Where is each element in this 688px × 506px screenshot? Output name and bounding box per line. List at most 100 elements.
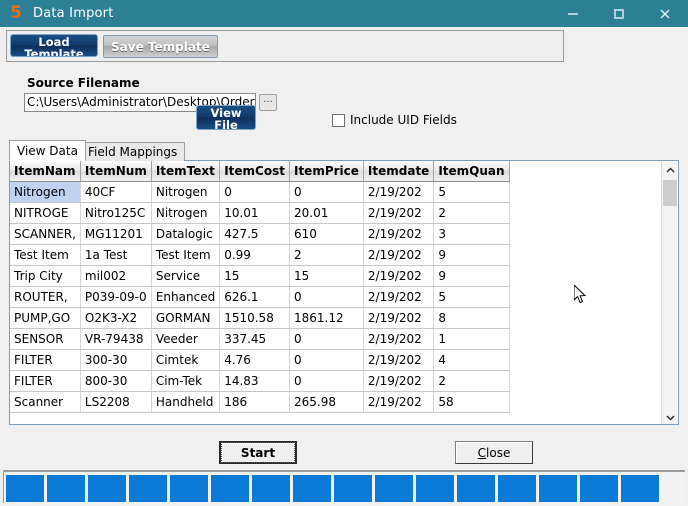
- table-cell[interactable]: Nitrogen: [151, 181, 221, 203]
- table-cell[interactable]: 0: [289, 328, 364, 350]
- table-cell[interactable]: 2/19/202: [363, 265, 435, 287]
- table-cell[interactable]: 40CF: [80, 181, 152, 203]
- table-cell[interactable]: 626.1: [219, 286, 290, 308]
- table-cell[interactable]: GORMAN: [151, 307, 221, 329]
- table-row[interactable]: Nitrogen 40CF Nitrogen 0 0 2/19/202 5: [10, 181, 510, 203]
- include-uid-fields-checkbox[interactable]: Include UID Fields: [332, 113, 457, 127]
- table-cell[interactable]: 800-30: [80, 370, 152, 392]
- table-cell[interactable]: Cim-Tek: [151, 370, 221, 392]
- table-cell[interactable]: 2/19/202: [363, 349, 435, 371]
- table-cell[interactable]: VR-79438: [80, 328, 152, 350]
- view-file-button[interactable]: View File: [196, 105, 256, 130]
- checkbox-box[interactable]: [332, 113, 345, 127]
- table-row[interactable]: PUMP,GO O2K3-X2 GORMAN 1510.58 1861.12 2/19/2…: [10, 307, 510, 329]
- load-template-button[interactable]: Load Template: [10, 34, 98, 57]
- table-cell[interactable]: P039-09-0: [80, 286, 152, 308]
- table-cell[interactable]: 0: [289, 349, 364, 371]
- table-cell[interactable]: 0: [289, 181, 364, 203]
- table-cell[interactable]: Trip City: [10, 265, 81, 287]
- table-cell[interactable]: Test Item: [10, 244, 81, 266]
- table-cell[interactable]: Nitro125C: [80, 202, 152, 224]
- column-header-itemtext[interactable]: ItemText: [151, 161, 221, 182]
- table-cell[interactable]: 0: [219, 181, 290, 203]
- scroll-thumb[interactable]: [663, 180, 677, 206]
- close-icon[interactable]: [642, 0, 688, 27]
- table-cell[interactable]: Scanner: [10, 391, 81, 413]
- table-row[interactable]: Test Item 1a Test Test Item 0.99 2 2/19/202 9: [10, 244, 510, 266]
- table-cell[interactable]: 427.5: [219, 223, 290, 245]
- grid-vertical-scrollbar[interactable]: [661, 162, 678, 424]
- table-cell[interactable]: 15: [289, 265, 364, 287]
- maximize-icon[interactable]: [596, 0, 642, 27]
- table-cell[interactable]: 2: [289, 244, 364, 266]
- table-cell[interactable]: 337.45: [219, 328, 290, 350]
- table-row[interactable]: NITROGE Nitro125C Nitrogen 10.01 20.01 2/19/2…: [10, 202, 510, 224]
- table-cell[interactable]: 10.01: [219, 202, 290, 224]
- table-cell[interactable]: 1a Test: [80, 244, 152, 266]
- table-cell[interactable]: 2/19/202: [363, 370, 435, 392]
- table-cell[interactable]: 265.98: [289, 391, 364, 413]
- table-cell[interactable]: MG11201: [80, 223, 152, 245]
- table-cell[interactable]: 9: [433, 265, 510, 287]
- table-cell[interactable]: FILTER: [10, 370, 81, 392]
- table-cell[interactable]: 15: [219, 265, 290, 287]
- close-button[interactable]: Close: [455, 441, 533, 464]
- table-cell[interactable]: SENSOR: [10, 328, 81, 350]
- tab-view-data[interactable]: View Data: [9, 140, 86, 161]
- browse-file-button[interactable]: ...: [259, 94, 277, 111]
- table-cell[interactable]: 2/19/202: [363, 244, 435, 266]
- table-cell[interactable]: 4.76: [219, 349, 290, 371]
- table-cell[interactable]: 58: [433, 391, 510, 413]
- table-cell[interactable]: 2: [433, 202, 510, 224]
- table-cell[interactable]: 14.83: [219, 370, 290, 392]
- table-cell[interactable]: 2/19/202: [363, 391, 435, 413]
- column-header-itemcost[interactable]: ItemCost: [219, 161, 290, 182]
- table-cell[interactable]: Cimtek: [151, 349, 221, 371]
- table-cell[interactable]: 0: [289, 370, 364, 392]
- table-row[interactable]: FILTER 800-30 Cim-Tek 14.83 0 2/19/202 2: [10, 370, 510, 392]
- table-cell[interactable]: 8: [433, 307, 510, 329]
- column-header-itemdate[interactable]: Itemdate: [363, 161, 435, 182]
- scroll-down-icon[interactable]: [662, 409, 678, 424]
- table-cell[interactable]: Test Item: [151, 244, 221, 266]
- table-cell[interactable]: O2K3-X2: [80, 307, 152, 329]
- table-cell[interactable]: 20.01: [289, 202, 364, 224]
- table-row[interactable]: ROUTER, P039-09-0 Enhanced 626.1 0 2/19/202 5: [10, 286, 510, 308]
- table-cell[interactable]: Enhanced: [151, 286, 221, 308]
- table-cell[interactable]: 2/19/202: [363, 286, 435, 308]
- scroll-up-icon[interactable]: [662, 162, 678, 178]
- table-cell[interactable]: 5: [433, 286, 510, 308]
- table-cell[interactable]: 4: [433, 349, 510, 371]
- tab-field-mappings[interactable]: Field Mappings: [80, 142, 186, 161]
- table-cell[interactable]: 1510.58: [219, 307, 290, 329]
- table-cell[interactable]: FILTER: [10, 349, 81, 371]
- column-header-itemnam[interactable]: ItemNam: [10, 161, 81, 182]
- column-header-itemprice[interactable]: ItemPrice: [289, 161, 364, 182]
- table-row[interactable]: SENSOR VR-79438 Veeder 337.45 0 2/19/202 1: [10, 328, 510, 350]
- column-header-itemnum[interactable]: ItemNum: [80, 161, 152, 182]
- table-cell[interactable]: NITROGE: [10, 202, 81, 224]
- table-cell[interactable]: ROUTER,: [10, 286, 81, 308]
- table-cell[interactable]: LS2208: [80, 391, 152, 413]
- table-cell[interactable]: 5: [433, 181, 510, 203]
- table-cell[interactable]: Service: [151, 265, 221, 287]
- table-cell[interactable]: Nitrogen: [10, 181, 81, 203]
- table-cell[interactable]: 2/19/202: [363, 307, 435, 329]
- save-template-button[interactable]: Save Template: [103, 35, 218, 58]
- table-cell[interactable]: 300-30: [80, 349, 152, 371]
- table-cell[interactable]: 1861.12: [289, 307, 364, 329]
- table-cell[interactable]: mil002: [80, 265, 152, 287]
- minimize-icon[interactable]: [550, 0, 596, 27]
- table-cell[interactable]: 2: [433, 370, 510, 392]
- table-cell[interactable]: 9: [433, 244, 510, 266]
- table-cell[interactable]: 610: [289, 223, 364, 245]
- table-cell[interactable]: 2/19/202: [363, 202, 435, 224]
- table-cell[interactable]: Nitrogen: [151, 202, 221, 224]
- table-row[interactable]: SCANNER, MG11201 Datalogic 427.5 610 2/19/202…: [10, 223, 510, 245]
- table-cell[interactable]: 2/19/202: [363, 328, 435, 350]
- table-cell[interactable]: 2/19/202: [363, 181, 435, 203]
- table-cell[interactable]: Veeder: [151, 328, 221, 350]
- column-header-itemquan[interactable]: ItemQuan: [433, 161, 510, 182]
- table-row[interactable]: FILTER 300-30 Cimtek 4.76 0 2/19/202 4: [10, 349, 510, 371]
- table-cell[interactable]: 0: [289, 286, 364, 308]
